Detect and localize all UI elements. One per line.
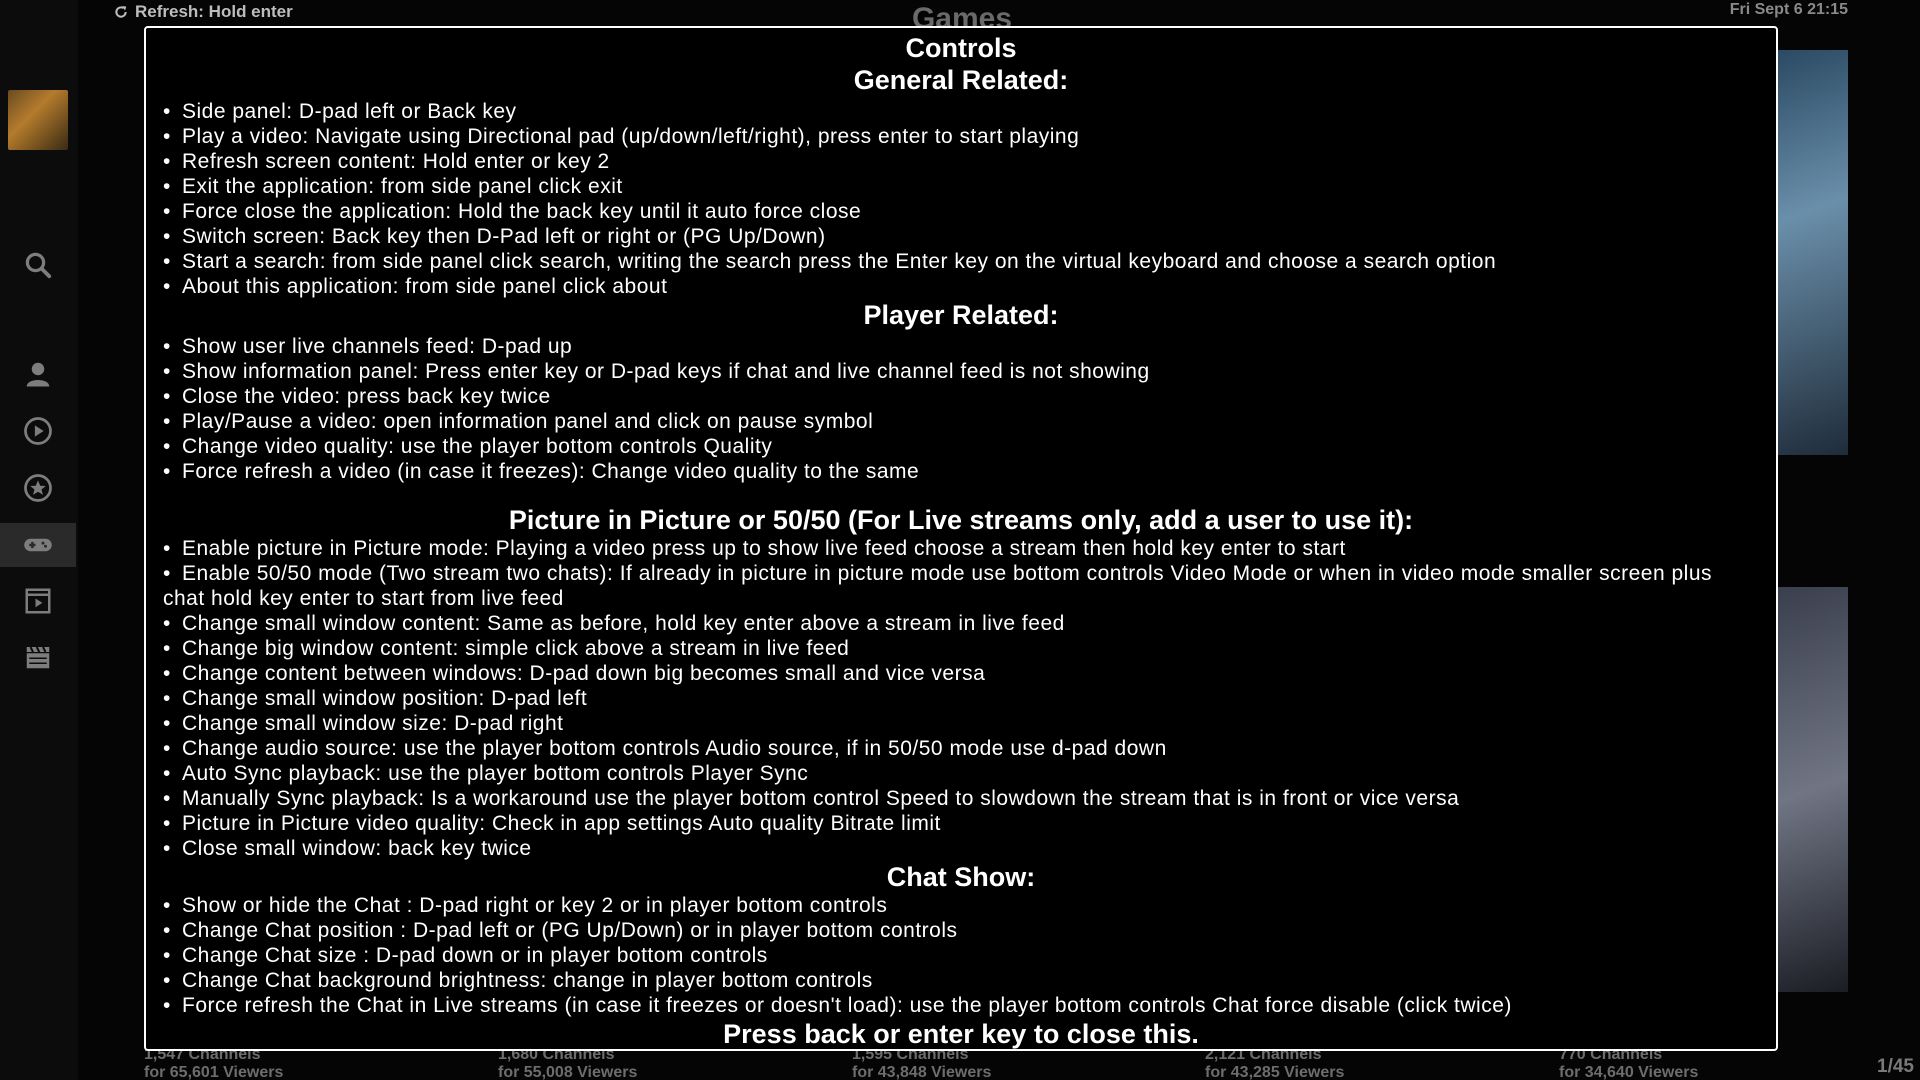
- list-item: About this application: from side panel …: [163, 274, 1759, 299]
- list-item: Close small window: back key twice: [163, 836, 1759, 861]
- game-card-caption: 770 Channels for 34,640 Viewers: [1559, 1046, 1698, 1080]
- list-item: Start a search: from side panel click se…: [163, 249, 1759, 274]
- list-item: Side panel: D-pad left or Back key: [163, 99, 1759, 124]
- section-heading-player: Player Related:: [863, 300, 1059, 330]
- refresh-hint: Refresh: Hold enter: [113, 2, 293, 22]
- controls-dialog-content: Controls General Related: Side panel: D-…: [163, 30, 1759, 1050]
- list-item: Play/Pause a video: open information pan…: [163, 409, 1759, 434]
- star-icon[interactable]: [0, 466, 76, 510]
- user-icon[interactable]: [0, 352, 76, 396]
- game-card-caption: 2,121 Channels for 43,285 Viewers: [1205, 1046, 1344, 1080]
- list-item: Change small window position: D-pad left: [163, 686, 1759, 711]
- viewers-count: for 65,601 Viewers: [144, 1064, 284, 1080]
- game-card-caption: 1,547 Channels for 65,601 Viewers: [144, 1046, 283, 1080]
- list-item: Change small window content: Same as bef…: [163, 611, 1759, 636]
- app-root: Refresh: Hold enter Games Fri Sept 6 21:…: [0, 0, 1920, 1080]
- viewers-count: for 34,640 Viewers: [1559, 1064, 1699, 1080]
- section-heading-chat: Chat Show:: [886, 862, 1036, 892]
- list-item: Picture in Picture video quality: Check …: [163, 811, 1759, 836]
- general-controls-list: Side panel: D-pad left or Back key Play …: [163, 99, 1759, 299]
- game-card-caption: 1,680 Channels for 55,008 Viewers: [498, 1046, 637, 1080]
- list-item: Switch screen: Back key then D-Pad left …: [163, 224, 1759, 249]
- list-item: Enable picture in Picture mode: Playing …: [163, 536, 1759, 561]
- list-item: Show or hide the Chat : D-pad right or k…: [163, 893, 1759, 918]
- side-panel[interactable]: [0, 0, 78, 1080]
- list-item: Change small window size: D-pad right: [163, 711, 1759, 736]
- clock: Fri Sept 6 21:15: [1729, 1, 1848, 18]
- list-item: Refresh screen content: Hold enter or ke…: [163, 149, 1759, 174]
- list-item: Change Chat background brightness: chang…: [163, 968, 1759, 993]
- video-playlist-icon[interactable]: [0, 579, 76, 623]
- viewers-count: for 43,848 Viewers: [852, 1064, 992, 1080]
- list-item: Exit the application: from side panel cl…: [163, 174, 1759, 199]
- list-item: Change Chat size : D-pad down or in play…: [163, 943, 1759, 968]
- list-item: Auto Sync playback: use the player botto…: [163, 761, 1759, 786]
- list-item: Show user live channels feed: D-pad up: [163, 334, 1759, 359]
- list-item: Force refresh a video (in case it freeze…: [163, 459, 1759, 484]
- viewers-count: for 43,285 Viewers: [1205, 1064, 1345, 1080]
- play-circle-icon[interactable]: [0, 409, 76, 453]
- clapperboard-icon[interactable]: [0, 635, 76, 679]
- close-hint: Press back or enter key to close this.: [723, 1019, 1199, 1049]
- list-item: Change video quality: use the player bot…: [163, 434, 1759, 459]
- page-counter: 1/45: [1877, 1056, 1914, 1077]
- refresh-hint-label: Refresh: Hold enter: [135, 2, 293, 21]
- game-card-caption: 1,595 Channels for 43,848 Viewers: [852, 1046, 991, 1080]
- search-icon[interactable]: [0, 243, 76, 287]
- viewers-count: for 55,008 Viewers: [498, 1064, 638, 1080]
- dialog-title: Controls: [905, 33, 1017, 63]
- list-item: Enable 50/50 mode (Two stream two chats)…: [163, 561, 1759, 611]
- game-card-thumbnail[interactable]: [1778, 587, 1848, 992]
- list-item: Manually Sync playback: Is a workaround …: [163, 786, 1759, 811]
- list-item: Force refresh the Chat in Live streams (…: [163, 993, 1759, 1018]
- player-controls-list: Show user live channels feed: D-pad up S…: [163, 334, 1759, 484]
- chat-controls-list: Show or hide the Chat : D-pad right or k…: [163, 893, 1759, 1018]
- refresh-icon: [115, 6, 127, 18]
- list-item: Show information panel: Press enter key …: [163, 359, 1759, 384]
- gamepad-icon[interactable]: [0, 523, 76, 567]
- list-item: Force close the application: Hold the ba…: [163, 199, 1759, 224]
- controls-dialog[interactable]: Controls General Related: Side panel: D-…: [144, 26, 1778, 1051]
- avatar[interactable]: [8, 90, 68, 150]
- list-item: Play a video: Navigate using Directional…: [163, 124, 1759, 149]
- game-card-thumbnail[interactable]: [1778, 50, 1848, 455]
- list-item: Change Chat position : D-pad left or (PG…: [163, 918, 1759, 943]
- list-item: Change content between windows: D-pad do…: [163, 661, 1759, 686]
- section-heading-pip: Picture in Picture or 50/50 (For Live st…: [508, 505, 1414, 535]
- pip-controls-list: Enable picture in Picture mode: Playing …: [163, 536, 1759, 861]
- section-heading-general: General Related:: [853, 65, 1069, 95]
- list-item: Change audio source: use the player bott…: [163, 736, 1759, 761]
- top-bar: Refresh: Hold enter Games Fri Sept 6 21:…: [0, 0, 1920, 35]
- list-item: Change big window content: simple click …: [163, 636, 1759, 661]
- list-item: Close the video: press back key twice: [163, 384, 1759, 409]
